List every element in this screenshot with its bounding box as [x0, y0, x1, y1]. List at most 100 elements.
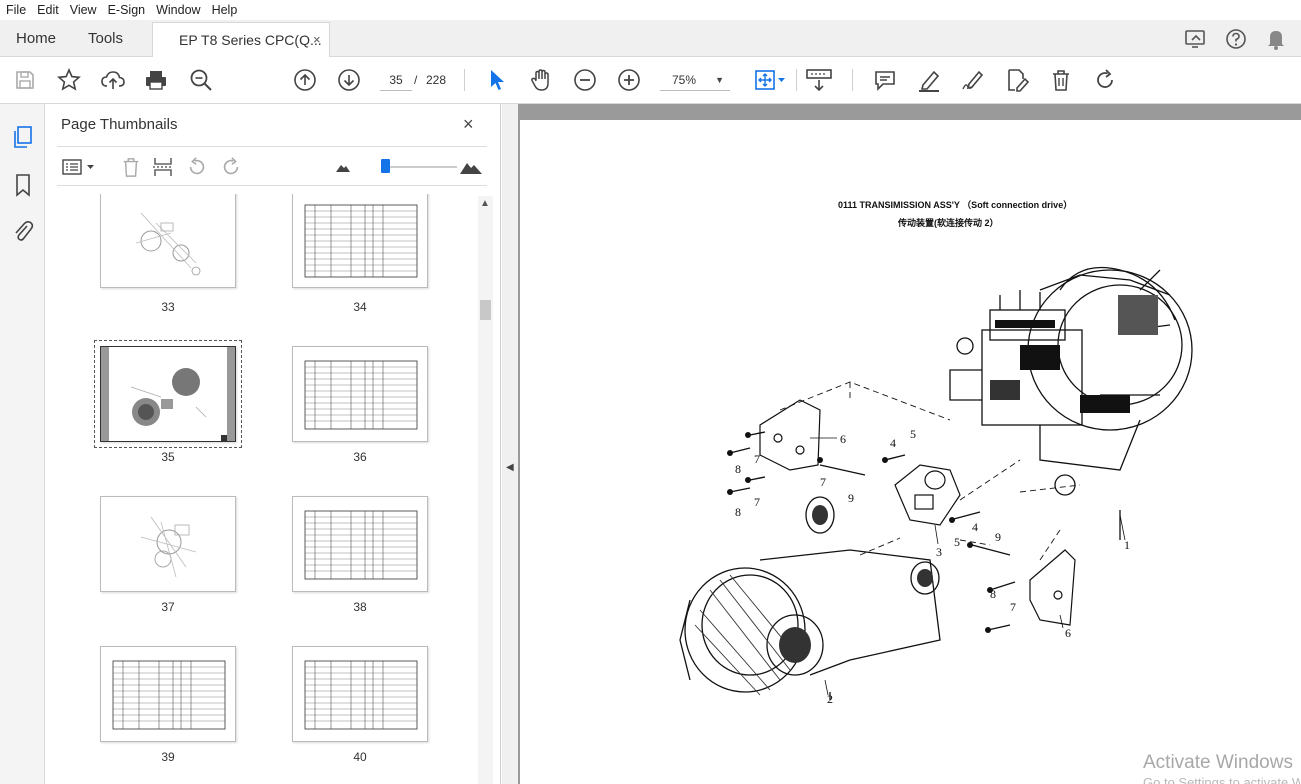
rotate-icon[interactable]	[1092, 67, 1118, 93]
zoom-in-icon[interactable]	[616, 67, 642, 93]
cloud-upload-icon[interactable]	[100, 67, 126, 93]
part-callout: 9	[995, 530, 1001, 544]
part-callout: 8	[990, 587, 996, 601]
highlight-pen-icon[interactable]	[916, 67, 942, 93]
part-callout: 7	[754, 495, 760, 509]
thumbnail-options-icon[interactable]	[61, 155, 97, 179]
menu-esign[interactable]: E-Sign	[108, 3, 146, 17]
menu-bar: File Edit View E-Sign Window Help	[0, 0, 1301, 20]
panel-collapse-handle[interactable]: ◀	[502, 104, 518, 784]
edit-pdf-icon[interactable]	[1004, 67, 1030, 93]
part-callout: 2	[827, 692, 833, 706]
part-callout: 1	[1124, 538, 1130, 552]
part-callout: 5	[910, 427, 916, 441]
thumbnail-scrollbar[interactable]: ▲	[478, 196, 493, 784]
part-callout: 6	[840, 432, 846, 446]
thumbnail-label: 36	[353, 450, 367, 464]
thumbnail-label: 33	[161, 300, 175, 314]
part-callout: 3	[936, 545, 942, 559]
zoom-search-icon[interactable]	[188, 67, 214, 93]
bell-icon[interactable]	[1263, 26, 1289, 52]
thumbnail-page[interactable]	[292, 646, 428, 742]
thumbnail-size-track[interactable]	[387, 166, 457, 168]
menu-window[interactable]: Window	[156, 3, 200, 17]
delete-icon[interactable]	[1048, 67, 1074, 93]
thumbnail-page-selected[interactable]	[100, 346, 236, 442]
transmission-exploded-diagram	[679, 266, 1193, 700]
tab-close-button[interactable]: ×	[313, 32, 321, 47]
thumbnail-label: 38	[353, 600, 367, 614]
delete-page-icon[interactable]	[119, 155, 143, 179]
thumbnail-list: 33 34 35 36 37 38 39 40	[57, 194, 479, 784]
part-callout: 9	[848, 491, 854, 505]
small-thumbnail-icon[interactable]	[331, 155, 355, 179]
zoom-level-value: 75%	[672, 73, 697, 87]
thumbnail-page[interactable]	[292, 496, 428, 592]
panel-close-button[interactable]: ×	[463, 114, 474, 135]
scroll-mode-icon[interactable]	[806, 67, 832, 93]
scroll-up-arrow-icon[interactable]: ▲	[480, 198, 490, 209]
thumbnail-page[interactable]	[100, 646, 236, 742]
tab-tools[interactable]: Tools	[88, 30, 123, 47]
extract-page-icon[interactable]	[151, 155, 175, 179]
thumbnail-page[interactable]	[292, 346, 428, 442]
panel-toolbar	[57, 146, 487, 186]
part-callout: 8	[735, 505, 741, 519]
activate-windows-hint: Go to Settings to activate Windows.	[1143, 775, 1301, 784]
part-callout: 7	[820, 475, 826, 489]
zoom-out-icon[interactable]	[572, 67, 598, 93]
zoom-level-select[interactable]: 75% ▼	[660, 69, 730, 91]
menu-help[interactable]: Help	[212, 3, 238, 17]
menu-view[interactable]: View	[70, 3, 97, 17]
previous-page-icon[interactable]	[292, 67, 318, 93]
part-callout: 4	[890, 436, 896, 450]
tab-home[interactable]: Home	[16, 30, 56, 47]
next-page-icon[interactable]	[336, 67, 362, 93]
thumbnail-label: 40	[353, 750, 367, 764]
page-thumbnails-panel: Page Thumbnails × 33 34 35 36 37 38 39 4…	[45, 104, 501, 784]
thumbnail-size-slider[interactable]	[381, 159, 390, 173]
thumbnail-label: 39	[161, 750, 175, 764]
share-screen-icon[interactable]	[1183, 26, 1209, 52]
attachment-icon[interactable]	[10, 218, 36, 244]
document-viewport[interactable]: 0111 TRANSIMISSION ASS'Y （Soft connectio…	[518, 104, 1301, 784]
page-total: 228	[426, 73, 447, 87]
sign-pen-icon[interactable]	[960, 67, 986, 93]
page-thumbnails-icon[interactable]	[10, 124, 36, 150]
help-icon[interactable]	[1223, 26, 1249, 52]
star-icon[interactable]	[56, 67, 82, 93]
thumbnail-page[interactable]	[100, 194, 236, 288]
part-callout: 4	[972, 520, 978, 534]
tab-document-title: EP T8 Series CPC(Q...	[179, 32, 322, 48]
thumbnail-page[interactable]	[100, 496, 236, 592]
menu-edit[interactable]: Edit	[37, 3, 59, 17]
save-icon[interactable]	[12, 67, 38, 93]
fit-page-icon[interactable]	[752, 67, 788, 93]
part-callout: 8	[735, 462, 741, 476]
scrollbar-thumb[interactable]	[480, 300, 491, 320]
part-callout: 5	[954, 535, 960, 549]
menu-file[interactable]: File	[6, 3, 26, 17]
panel-title: Page Thumbnails	[61, 116, 178, 133]
large-thumbnail-icon[interactable]	[459, 155, 483, 179]
select-cursor-icon[interactable]	[484, 67, 510, 93]
tab-bar: Home Tools EP T8 Series CPC(Q... ×	[0, 20, 1301, 58]
main-toolbar: 35 / 228 75% ▼	[0, 57, 1301, 104]
page-separator: /	[414, 73, 418, 87]
collapse-arrow-icon: ◀	[506, 462, 514, 473]
chevron-down-icon: ▼	[715, 75, 724, 85]
thumbnail-label: 34	[353, 300, 367, 314]
document-page: 0111 TRANSIMISSION ASS'Y （Soft connectio…	[520, 120, 1301, 784]
rotate-left-icon[interactable]	[185, 155, 209, 179]
page-number-input[interactable]: 35	[380, 69, 412, 91]
left-icon-rail	[0, 104, 45, 784]
part-callout: 6	[1065, 626, 1071, 640]
rotate-right-icon[interactable]	[219, 155, 243, 179]
hand-tool-icon[interactable]	[528, 67, 554, 93]
bookmark-icon[interactable]	[10, 172, 36, 198]
tab-document[interactable]: EP T8 Series CPC(Q... ×	[152, 22, 330, 58]
comment-icon[interactable]	[872, 67, 898, 93]
thumbnail-page[interactable]	[292, 194, 428, 288]
print-icon[interactable]	[143, 67, 169, 93]
thumbnail-label: 37	[161, 600, 175, 614]
